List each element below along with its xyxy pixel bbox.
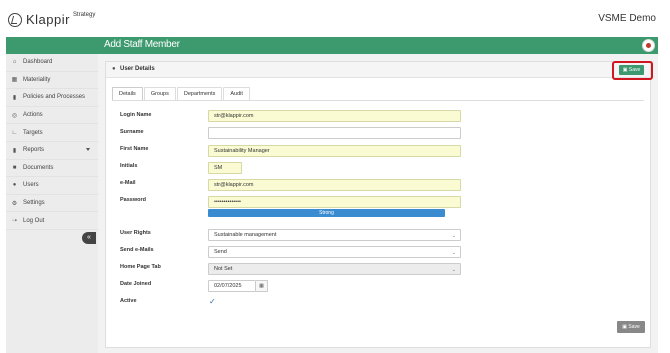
send-emails-value: Send — [214, 249, 227, 255]
email-field[interactable]: str@klappir.com — [208, 179, 461, 191]
tab-groups[interactable]: Groups — [143, 87, 176, 101]
chevron-down-icon: ⌄ — [451, 233, 456, 239]
active-checkbox[interactable]: ✓ — [209, 298, 217, 306]
sidebar-item-actions[interactable]: ◎ Actions — [6, 107, 98, 125]
sidebar-item-settings[interactable]: ⚙ Settings — [6, 195, 98, 213]
password-strength-bar: Strong — [208, 209, 445, 217]
initials-label: Initials — [120, 163, 138, 169]
password-field[interactable]: •••••••••••••• — [208, 196, 461, 208]
main-content: ● User Details ▣ Save Details Groups Dep… — [98, 54, 658, 353]
save-label: Save — [628, 324, 640, 330]
home-icon: ⌂ — [12, 59, 17, 66]
file-icon: ▮ — [12, 94, 17, 101]
page-title: Add Staff Member — [104, 39, 180, 50]
chevron-down-icon: ⌄ — [451, 250, 456, 256]
date-joined-label: Date Joined — [120, 281, 152, 287]
surname-field[interactable] — [208, 127, 461, 139]
grid-icon: ▦ — [11, 77, 18, 84]
tab-divider — [112, 100, 644, 101]
organization-name: VSME Demo — [598, 13, 656, 24]
caret-down-icon — [86, 147, 90, 151]
user-rights-value: Sustainable management — [214, 232, 277, 238]
sidebar-item-label: Actions — [23, 112, 43, 119]
tab-departments[interactable]: Departments — [176, 87, 223, 101]
sidebar-item-reports[interactable]: ▮ Reports — [6, 142, 98, 160]
calendar-icon[interactable]: ▦ — [256, 280, 268, 292]
home-page-tab-label: Home Page Tab — [120, 264, 161, 270]
sidebar-item-log-out[interactable]: ⇢ Log Out — [6, 212, 98, 230]
logo-name: Klappir — [26, 12, 70, 27]
app-logo[interactable]: Klappir Strategy — [8, 12, 95, 27]
sidebar-item-documents[interactable]: ■ Documents — [6, 160, 98, 178]
login-name-label: Login Name — [120, 112, 152, 118]
user-avatar[interactable] — [642, 39, 655, 52]
sidebar-item-label: Policies and Processes — [23, 94, 86, 101]
date-joined-field[interactable]: 02/07/2025 — [208, 280, 256, 292]
email-label: e-Mail — [120, 180, 136, 186]
user-details-panel: ● User Details ▣ Save Details Groups Dep… — [105, 61, 653, 348]
surname-label: Surname — [120, 129, 144, 135]
folder-icon: ■ — [12, 164, 17, 171]
sidebar-item-label: Dashboard — [23, 59, 53, 66]
sidebar-item-label: Log Out — [23, 217, 45, 224]
page-header-bar: Add Staff Member — [6, 37, 658, 54]
sidebar: ⌂ Dashboard ▦ Materiality ▮ Policies and… — [6, 54, 98, 353]
chart-icon: ∟ — [11, 129, 18, 136]
sidebar-item-label: Targets — [23, 129, 43, 136]
initials-field[interactable]: SM — [208, 162, 242, 174]
first-name-label: First Name — [120, 146, 149, 152]
sidebar-item-materiality[interactable]: ▦ Materiality — [6, 72, 98, 90]
logo-suffix: Strategy — [72, 11, 96, 18]
sidebar-item-policies[interactable]: ▮ Policies and Processes — [6, 89, 98, 107]
klappir-logo-icon — [8, 12, 22, 27]
sidebar-item-label: Users — [23, 182, 39, 189]
send-emails-select[interactable]: Send ⌄ — [208, 246, 461, 258]
sidebar-item-label: Documents — [23, 164, 54, 171]
sidebar-item-label: Materiality — [23, 76, 51, 83]
send-emails-label: Send e-Mails — [120, 247, 154, 253]
login-name-field[interactable]: str@klappir.com — [208, 110, 461, 122]
first-name-field[interactable]: Sustainability Manager — [208, 145, 461, 157]
home-page-tab-value: Not Set — [214, 266, 233, 272]
save-button-highlight — [612, 61, 653, 80]
panel-header: ● User Details ▣ Save — [106, 61, 653, 80]
user-icon: ● — [112, 66, 116, 72]
logout-icon: ⇢ — [11, 218, 18, 225]
chevron-down-icon: ⌄ — [451, 267, 456, 273]
sidebar-item-dashboard[interactable]: ⌂ Dashboard — [6, 54, 98, 72]
target-icon: ◎ — [11, 112, 18, 119]
panel-title: User Details — [120, 66, 155, 72]
sidebar-item-label: Reports — [23, 147, 45, 154]
tab-details[interactable]: Details — [112, 87, 143, 101]
sidebar-item-users[interactable]: ● Users — [6, 177, 98, 195]
save-button-bottom[interactable]: ▣ Save — [617, 321, 645, 333]
tab-audit[interactable]: Audit — [223, 87, 250, 101]
user-rights-label: User Rights — [120, 230, 151, 236]
sidebar-collapse-button[interactable]: « — [82, 232, 96, 244]
password-label: Password — [120, 197, 146, 203]
users-icon: ● — [12, 182, 17, 189]
sidebar-item-label: Settings — [23, 200, 45, 207]
sidebar-item-targets[interactable]: ∟ Targets — [6, 124, 98, 142]
home-page-tab-select[interactable]: Not Set ⌄ — [208, 263, 461, 275]
active-label: Active — [120, 298, 137, 304]
report-icon: ▮ — [12, 147, 17, 154]
top-bar: Klappir Strategy VSME Demo — [0, 0, 670, 37]
gears-icon: ⚙ — [11, 200, 18, 207]
tab-bar: Details Groups Departments Audit — [112, 87, 251, 101]
user-rights-select[interactable]: Sustainable management ⌄ — [208, 229, 461, 241]
